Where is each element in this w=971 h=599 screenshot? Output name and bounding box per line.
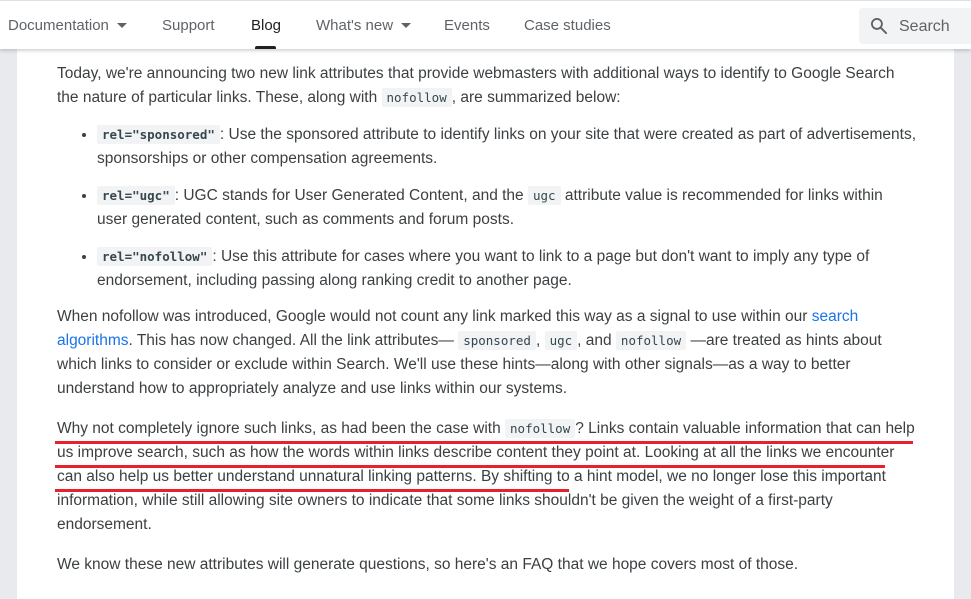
ugc-description-start: : UGC stands for User Generated Content,… xyxy=(174,187,528,204)
nav-whats-new[interactable]: What's new xyxy=(316,1,412,49)
nofollow-description: : Use this attribute for cases where you… xyxy=(97,248,870,289)
search-placeholder: Search xyxy=(899,18,950,35)
intro-text-end: , are summarized below: xyxy=(451,89,621,106)
left-gutter xyxy=(0,48,17,599)
list-item-ugc: rel="ugc": UGC stands for User Generated… xyxy=(97,183,917,232)
intro-paragraph: Today, we're announcing two new link att… xyxy=(57,62,917,110)
hints-paragraph: When nofollow was introduced, Google wou… xyxy=(57,305,917,401)
nav-events[interactable]: Events xyxy=(444,1,490,49)
separator: , and xyxy=(577,332,616,349)
why-not-ignore-paragraph: Why not completely ignore such links, as… xyxy=(55,417,917,537)
nav-blog-label: Blog xyxy=(251,17,282,34)
chevron-down-icon xyxy=(401,22,412,28)
nav-whats-new-label: What's new xyxy=(316,17,394,34)
nav-events-label: Events xyxy=(444,17,490,34)
list-item-sponsored: rel="sponsored": Use the sponsored attri… xyxy=(97,122,917,171)
list-item-nofollow: rel="nofollow": Use this attribute for c… xyxy=(97,244,917,293)
inline-code-sponsored: sponsored xyxy=(458,331,536,350)
inline-code-nofollow: nofollow xyxy=(615,331,687,350)
right-gutter xyxy=(954,48,971,599)
hints-text-2: . This has now changed. All the link att… xyxy=(128,332,459,349)
nav-case-studies[interactable]: Case studies xyxy=(524,1,611,49)
search-input[interactable]: Search xyxy=(859,8,971,44)
red-underline-annotation xyxy=(55,441,913,444)
attribute-list: rel="sponsored": Use the sponsored attri… xyxy=(57,122,917,293)
inline-code-ugc: ugc xyxy=(527,186,561,205)
chevron-down-icon xyxy=(116,22,127,28)
hints-text-1: When nofollow was introduced, Google wou… xyxy=(57,308,812,325)
article-body: Today, we're announcing two new link att… xyxy=(17,48,954,599)
inline-code-nofollow: nofollow xyxy=(381,88,452,107)
inline-code-nofollow: nofollow xyxy=(505,419,576,438)
nav-documentation[interactable]: Documentation xyxy=(8,1,127,49)
article: Today, we're announcing two new link att… xyxy=(55,62,917,577)
nav-documentation-label: Documentation xyxy=(8,17,109,34)
nav-support-label: Support xyxy=(162,17,215,34)
inline-code-ugc: ugc xyxy=(544,331,578,350)
search-icon xyxy=(871,18,888,35)
separator: , xyxy=(535,332,545,349)
nav-support[interactable]: Support xyxy=(162,1,215,49)
top-navigation: Documentation Support Blog What's new Ev… xyxy=(0,0,971,49)
nav-case-studies-label: Case studies xyxy=(524,17,611,34)
code-rel-sponsored: rel="sponsored" xyxy=(97,125,220,144)
nav-blog[interactable]: Blog xyxy=(251,1,281,49)
active-tab-indicator xyxy=(255,46,276,49)
red-underline-annotation xyxy=(55,489,569,492)
why-text-1: Why not completely ignore such links, as… xyxy=(57,420,506,437)
code-rel-nofollow: rel="nofollow" xyxy=(97,247,213,266)
faq-paragraph: We know these new attributes will genera… xyxy=(57,556,799,573)
red-underline-annotation xyxy=(55,465,885,468)
sponsored-description: : Use the sponsored attribute to identif… xyxy=(97,126,917,167)
code-rel-ugc: rel="ugc" xyxy=(97,186,175,205)
